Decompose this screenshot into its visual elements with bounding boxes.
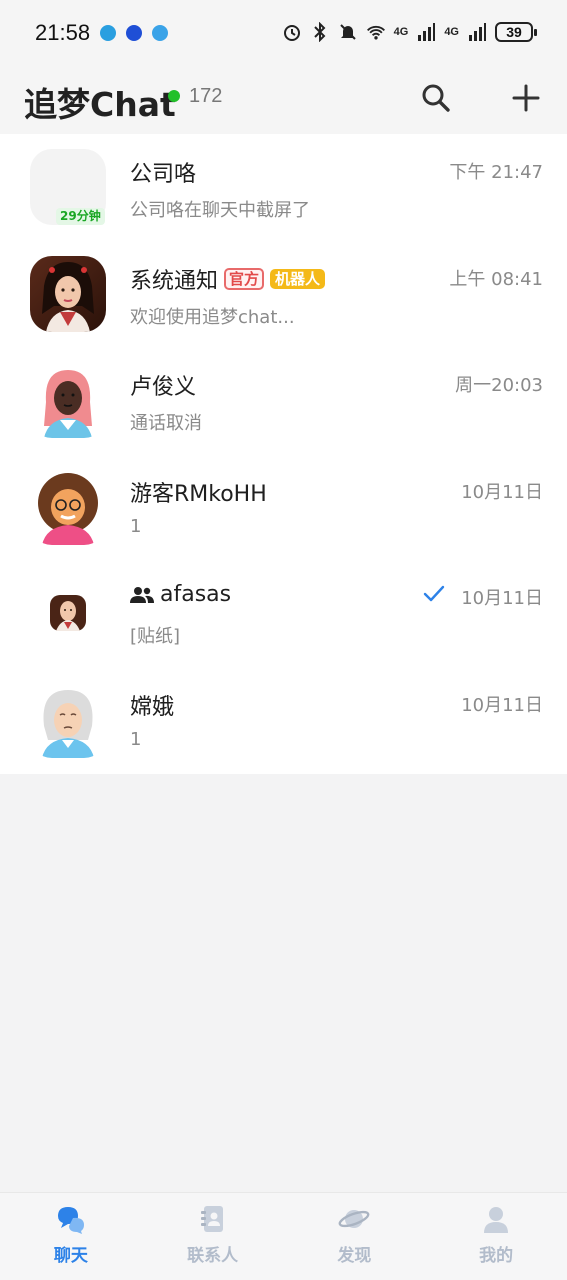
girl-photo-avatar bbox=[30, 255, 106, 332]
chat-time: 周一20:03 bbox=[455, 375, 543, 397]
avatar[interactable] bbox=[30, 255, 106, 332]
chat-preview: 公司咯在聊天中截屏了 bbox=[130, 200, 310, 221]
wifi-icon bbox=[366, 22, 386, 42]
tab-contacts[interactable]: 联系人 bbox=[142, 1193, 284, 1280]
grandma-avatar bbox=[30, 681, 106, 758]
tab-label: 聊天 bbox=[53, 1246, 88, 1266]
signal-icon bbox=[416, 22, 436, 42]
status-bar: 21:58 4G 4G 39 bbox=[0, 0, 567, 70]
chat-time: 10月11日 bbox=[461, 694, 543, 716]
tab-discover[interactable]: 发现 bbox=[284, 1193, 426, 1280]
chat-name-text: 嫦娥 bbox=[130, 694, 175, 720]
chat-name: 系统通知 官方 机器人 bbox=[130, 263, 326, 295]
network-type-1: 4G bbox=[393, 26, 409, 38]
chat-time: 上午 08:41 bbox=[449, 268, 543, 290]
avatar[interactable] bbox=[30, 362, 106, 439]
official-tag: 官方 bbox=[224, 267, 265, 290]
avatar[interactable] bbox=[30, 575, 106, 652]
robot-tag: 机器人 bbox=[270, 268, 326, 289]
planet-icon bbox=[338, 1210, 370, 1228]
battery-indicator: 39 bbox=[495, 22, 537, 42]
signal-icon bbox=[467, 22, 487, 42]
chat-preview: 1 bbox=[130, 515, 142, 537]
network-type-2: 4G bbox=[444, 26, 459, 38]
app-title: 追梦Chat bbox=[24, 85, 176, 124]
chat-preview: [贴纸] bbox=[130, 626, 181, 648]
alarm-icon bbox=[282, 22, 302, 42]
telegram-icon bbox=[100, 25, 116, 41]
plus-icon bbox=[512, 84, 540, 112]
group-photo-avatar bbox=[30, 575, 106, 652]
curly-hair-avatar bbox=[30, 468, 106, 545]
chat-list: 29分钟 公司咯 公司咯在聊天中截屏了 下午 21:47 系统通知 官方 机器人… bbox=[0, 134, 567, 774]
chat-time: 下午 21:47 bbox=[449, 162, 543, 183]
chat-item[interactable]: 系统通知 官方 机器人 欢迎使用追梦chat... 上午 08:41 bbox=[0, 241, 567, 348]
status-right: 4G 4G 39 bbox=[282, 22, 537, 42]
chat-item[interactable]: 卢俊义 通话取消 周一20:03 bbox=[0, 347, 567, 454]
chat-name: afasas bbox=[130, 582, 231, 607]
notification-icons bbox=[100, 25, 168, 41]
tab-label: 我的 bbox=[479, 1246, 514, 1266]
chat-name: 嫦娥 bbox=[130, 689, 174, 721]
chat-item[interactable]: 29分钟 公司咯 公司咯在聊天中截屏了 下午 21:47 bbox=[0, 134, 567, 241]
online-count: 172 bbox=[189, 85, 223, 107]
app-header: 追梦Chat 172 bbox=[0, 70, 567, 134]
mute-bell-icon bbox=[338, 22, 358, 42]
tab-label: 发现 bbox=[337, 1246, 372, 1266]
avatar[interactable] bbox=[30, 681, 106, 758]
tab-chat[interactable]: 聊天 bbox=[0, 1193, 142, 1280]
bluetooth-icon bbox=[310, 22, 330, 42]
contacts-book-icon bbox=[200, 1206, 223, 1232]
pink-hair-avatar bbox=[30, 362, 106, 439]
chat-preview: 欢迎使用追梦chat... bbox=[130, 306, 295, 328]
person-icon bbox=[484, 1207, 509, 1233]
chat-bubbles-icon bbox=[57, 1207, 84, 1234]
chat-name-text: 游客RMkoHH bbox=[130, 481, 267, 507]
duration-badge: 29分钟 bbox=[56, 208, 105, 225]
search-icon bbox=[422, 84, 450, 112]
chat-name: 公司咯 bbox=[130, 156, 196, 188]
search-button[interactable] bbox=[418, 80, 454, 116]
globe-icon bbox=[152, 25, 168, 41]
avatar[interactable]: 29分钟 bbox=[30, 149, 106, 225]
chat-item[interactable]: 游客RMkoHH 1 10月11日 bbox=[0, 454, 567, 561]
chat-name: 游客RMkoHH bbox=[130, 476, 267, 508]
chat-preview: 1 bbox=[130, 728, 142, 750]
chat-name-text: 系统通知 bbox=[130, 268, 219, 294]
chat-time: 10月11日 bbox=[461, 481, 543, 503]
tab-label: 联系人 bbox=[187, 1246, 239, 1266]
tab-me[interactable]: 我的 bbox=[425, 1193, 567, 1280]
group-icon bbox=[130, 586, 154, 603]
online-status-dot bbox=[168, 90, 180, 102]
chat-name-text: 卢俊义 bbox=[130, 375, 197, 401]
status-time: 21:58 bbox=[35, 20, 91, 45]
bottom-tab-bar: 聊天 联系人 发现 我的 bbox=[0, 1192, 567, 1280]
app-circle-icon bbox=[126, 25, 142, 41]
add-button[interactable] bbox=[508, 80, 544, 116]
chat-item[interactable]: afasas [贴纸] 10月11日 bbox=[0, 560, 567, 667]
avatar[interactable] bbox=[30, 468, 106, 545]
chat-name-text: afasas bbox=[160, 582, 232, 608]
chat-preview: 通话取消 bbox=[130, 413, 202, 435]
chat-name: 卢俊义 bbox=[130, 369, 196, 401]
chat-name-text: 公司咯 bbox=[130, 162, 197, 187]
chat-item[interactable]: 嫦娥 1 10月11日 bbox=[0, 667, 567, 774]
read-check-icon bbox=[423, 586, 445, 602]
chat-time: 10月11日 bbox=[461, 588, 543, 610]
